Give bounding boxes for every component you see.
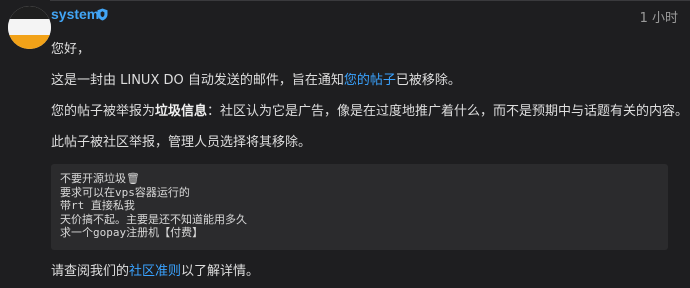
quoted-line: 带rt 直接私我 <box>60 199 135 212</box>
community-guidelines-link[interactable]: 社区准则 <box>129 264 181 279</box>
shield-icon <box>97 8 108 21</box>
report-reason: 垃圾信息 <box>155 104 208 119</box>
footer-text-end: 以了解详情。 <box>181 264 260 279</box>
intro-text: 这是一封由 LINUX DO 自动发送的邮件，旨在通知 <box>51 73 344 88</box>
your-post-link[interactable]: 您的帖子 <box>344 73 396 88</box>
greeting-text: 您好， <box>51 42 91 57</box>
intro-text-end: 已被移除。 <box>395 73 461 88</box>
action-paragraph: 此帖子被社区举报，管理人员选择将其移除。 <box>51 135 312 150</box>
quoted-line: 求一个gopay注册机【付费】 <box>60 226 204 239</box>
quoted-line: 天价搞不起。主要是还不知道能用多久 <box>60 212 247 226</box>
quoted-line: 要求可以在vps容器运行的 <box>60 185 190 199</box>
footer-text: 请查阅我们的 <box>51 264 130 279</box>
quoted-line: 不要开源垃圾🗑 <box>60 172 140 185</box>
post: system 1 小时 您好， 这是一封由 LINUX DO 自动发送的邮件，旨… <box>0 0 690 288</box>
intro-paragraph: 这是一封由 LINUX DO 自动发送的邮件，旨在通知您的帖子已被移除。 <box>51 71 461 90</box>
avatar[interactable] <box>8 6 51 49</box>
username-link[interactable]: system <box>51 6 99 22</box>
quoted-post-content: 不要开源垃圾🗑 要求可以在vps容器运行的 带rt 直接私我 天价搞不起。主要是… <box>51 164 668 250</box>
report-paragraph: 您的帖子被举报为垃圾信息：社区认为它是广告，像是在过度地推广着什么，而不是预期中… <box>51 102 688 121</box>
divider <box>50 0 690 1</box>
footer-paragraph: 请查阅我们的社区准则以了解详情。 <box>51 262 259 281</box>
post-timestamp[interactable]: 1 小时 <box>640 7 678 26</box>
report-text: 您的帖子被举报为 <box>51 104 156 119</box>
report-text-end: ：社区认为它是广告，像是在过度地推广着什么，而不是预期中与话题有关的内容。 <box>207 104 689 119</box>
